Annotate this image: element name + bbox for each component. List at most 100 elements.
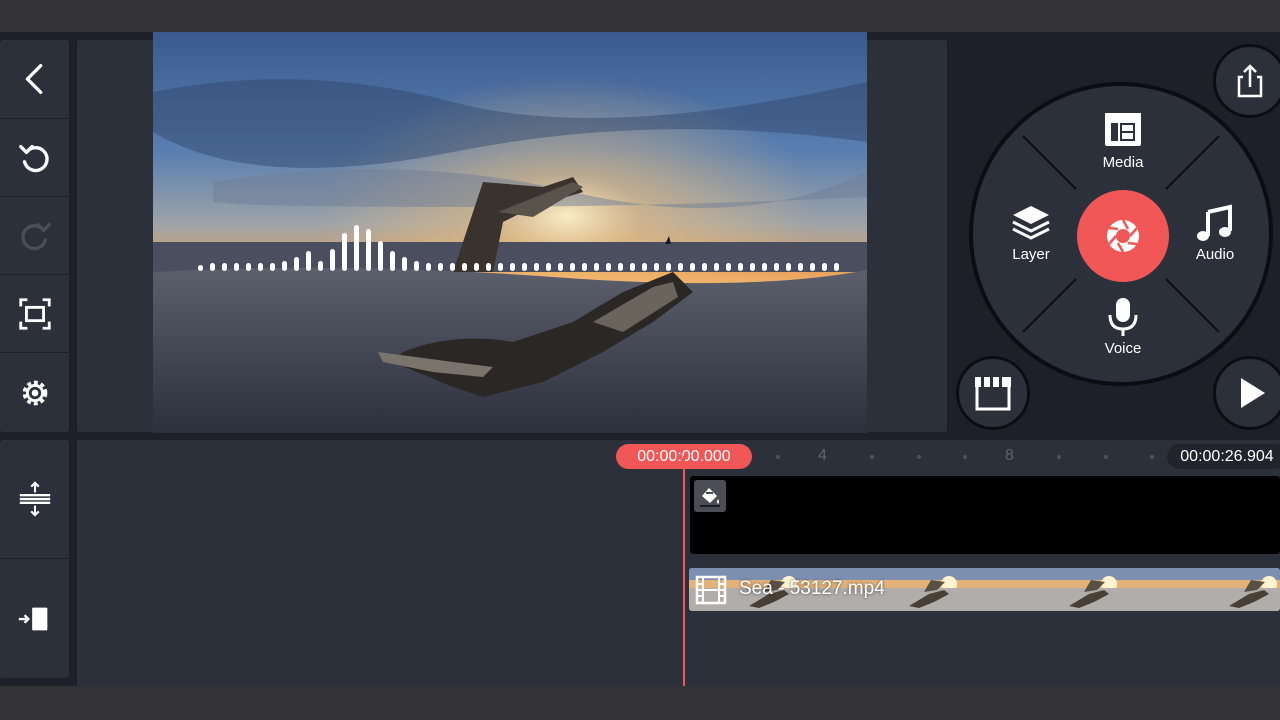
waveform-bar: [690, 263, 695, 271]
audio-waveform: [198, 225, 839, 271]
undo-icon: [18, 144, 49, 172]
fullscreen-frame-icon: [18, 297, 51, 330]
waveform-bar: [498, 263, 503, 271]
film-frame-icon: [1105, 113, 1141, 146]
waveform-bar: [222, 263, 227, 271]
ruler-label: 4: [818, 447, 827, 464]
aspect-button[interactable]: [0, 275, 69, 352]
waveform-bar: [558, 263, 563, 271]
waveform-bar: [678, 263, 683, 271]
waveform-bar: [378, 241, 383, 271]
video-clip[interactable]: Sea - 53127.mp4: [689, 568, 1280, 611]
background-track[interactable]: [690, 476, 1280, 554]
waveform-bar: [450, 263, 455, 271]
waveform-bar: [474, 263, 479, 271]
waveform-bar: [798, 263, 803, 271]
ruler-label: 8: [1005, 447, 1014, 464]
ruler-tick: [1150, 455, 1154, 459]
waveform-bar: [594, 263, 599, 271]
waveform-bar: [534, 263, 539, 271]
redo-icon: [20, 222, 51, 250]
gear-icon: [22, 380, 47, 405]
waveform-bar: [486, 263, 491, 271]
editor-app: Media Layer Audio Voice 4 8 00:00:26.904…: [0, 32, 1280, 686]
film-strip-icon: [695, 575, 727, 605]
waveform-bar: [198, 265, 203, 271]
voice-button[interactable]: Voice: [1083, 296, 1163, 357]
play-button[interactable]: [1213, 356, 1280, 430]
waveform-bar: [414, 261, 419, 271]
waveform-bar: [366, 229, 371, 271]
ruler-tick: [1057, 455, 1061, 459]
clip-name: Sea - 53127.mp4: [739, 578, 885, 599]
layer-label: Layer: [1012, 246, 1050, 263]
waveform-bar: [234, 263, 239, 271]
layer-button[interactable]: Layer: [991, 202, 1071, 263]
jump-to-end-button[interactable]: [0, 559, 69, 678]
share-button[interactable]: [1213, 44, 1280, 118]
waveform-bar: [546, 263, 551, 271]
clip-thumbnail: [1169, 568, 1280, 611]
waveform-bar: [618, 263, 623, 271]
jump-end-icon: [18, 607, 47, 630]
waveform-bar: [438, 263, 443, 271]
track-height-button[interactable]: [0, 440, 69, 558]
waveform-bar: [666, 263, 671, 271]
ruler-tick: [1104, 455, 1108, 459]
playhead[interactable]: [683, 456, 685, 686]
waveform-bar: [630, 263, 635, 271]
waveform-bar: [642, 263, 647, 271]
ruler-tick: [963, 455, 967, 459]
share-icon: [1237, 64, 1263, 98]
record-capture-button[interactable]: [1077, 190, 1169, 282]
audio-label: Audio: [1195, 246, 1235, 263]
expand-tracks-icon: [19, 481, 50, 517]
waveform-bar: [606, 263, 611, 271]
back-arrow-icon: [25, 64, 42, 94]
waveform-bar: [714, 263, 719, 271]
waveform-bar: [246, 263, 251, 271]
waveform-bar: [294, 257, 299, 271]
waveform-bar: [282, 261, 287, 271]
asset-store-button[interactable]: [956, 356, 1030, 430]
waveform-bar: [762, 263, 767, 271]
waveform-bar: [210, 263, 215, 271]
waveform-bar: [306, 251, 311, 271]
media-label: Media: [1102, 154, 1144, 171]
waveform-bar: [774, 263, 779, 271]
waveform-bar: [750, 263, 755, 271]
waveform-bar: [582, 263, 587, 271]
voice-label: Voice: [1104, 340, 1142, 357]
waveform-bar: [318, 261, 323, 271]
total-time: 00:00:26.904: [1167, 444, 1280, 469]
music-note-icon: [1197, 204, 1232, 241]
redo-button[interactable]: [0, 197, 69, 274]
waveform-bar: [258, 263, 263, 271]
back-button[interactable]: [0, 40, 69, 118]
waveform-bar: [462, 263, 467, 271]
action-wheel: Media Layer Audio Voice: [969, 82, 1273, 386]
settings-button[interactable]: [0, 353, 69, 432]
waveform-bar: [702, 263, 707, 271]
waveform-bar: [822, 263, 827, 271]
ruler-tick: [870, 455, 874, 459]
store-icon: [975, 377, 1011, 411]
waveform-bar: [270, 263, 275, 271]
waveform-bar: [738, 263, 743, 271]
waveform-bar: [834, 263, 839, 271]
microphone-icon: [1108, 298, 1138, 336]
waveform-bar: [786, 263, 791, 271]
media-button[interactable]: Media: [1083, 110, 1163, 171]
waveform-bar: [510, 263, 515, 271]
paint-bucket-icon[interactable]: [694, 480, 726, 512]
clip-thumbnail: [1009, 568, 1169, 611]
waveform-bar: [810, 263, 815, 271]
camera-shutter-icon: [1107, 219, 1139, 253]
audio-button[interactable]: Audio: [1175, 202, 1255, 263]
waveform-bar: [426, 263, 431, 271]
waveform-bar: [726, 263, 731, 271]
ruler-tick: [917, 455, 921, 459]
undo-button[interactable]: [0, 119, 69, 196]
ruler-tick: [776, 455, 780, 459]
waveform-bar: [570, 263, 575, 271]
